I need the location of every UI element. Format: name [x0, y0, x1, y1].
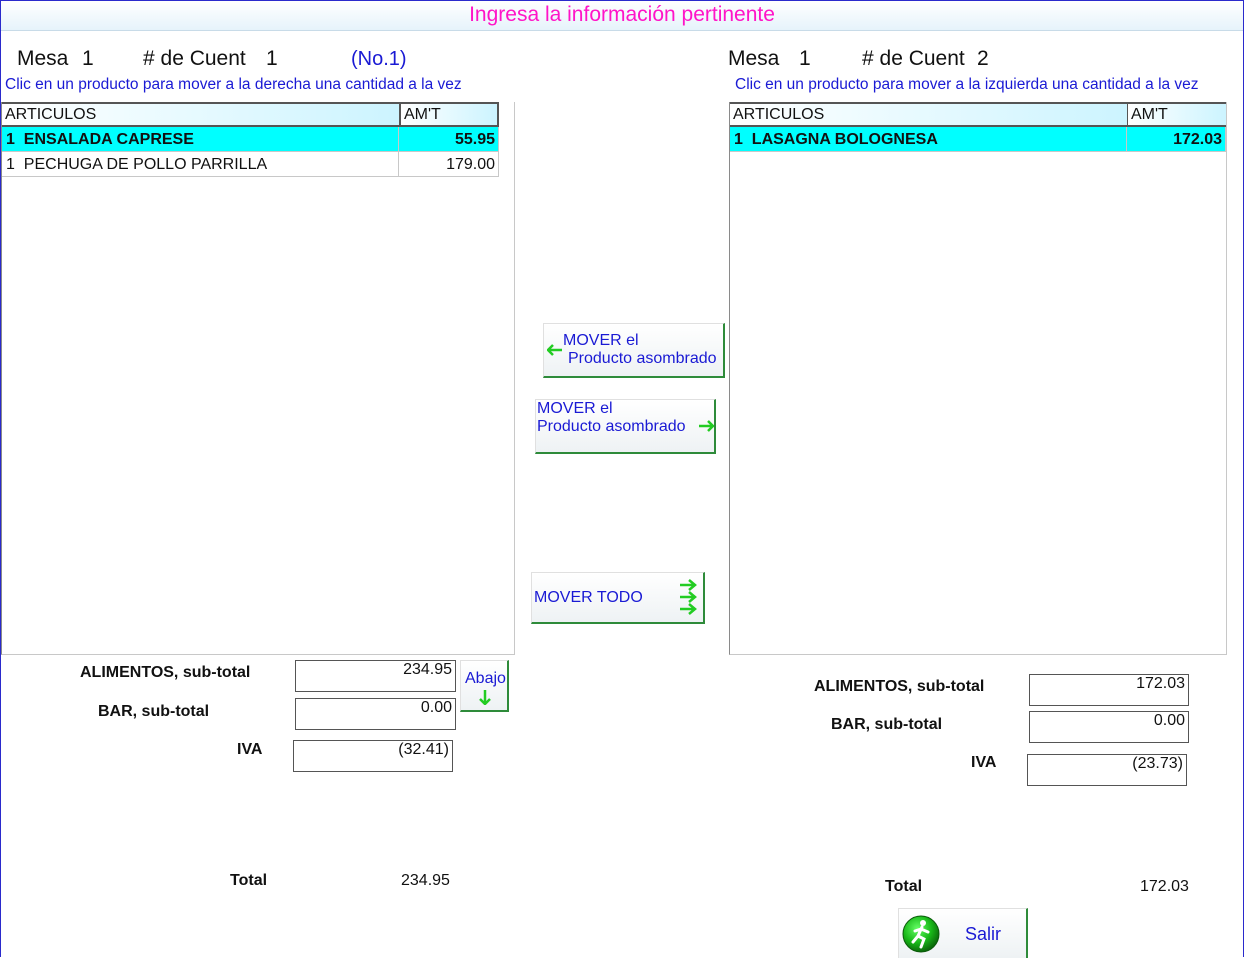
salir-label: Salir	[965, 924, 1002, 944]
row-amount: 172.03	[1127, 127, 1226, 152]
left-mesa-value: 1	[82, 47, 94, 70]
row-name: ENSALADA CAPRESE	[23, 131, 194, 148]
left-col-amount[interactable]: AM'T	[399, 102, 499, 127]
salir-button[interactable]: Salir	[898, 908, 1028, 958]
move-right-button[interactable]: MOVER el Producto asombrado	[535, 399, 716, 454]
right-total-value: 172.03	[1140, 878, 1189, 895]
move-all-label: MOVER TODO	[534, 589, 643, 606]
left-cuenta-label: # de Cuent	[143, 47, 246, 70]
move-right-line2: Producto asombrado	[537, 418, 686, 435]
right-total-label: Total	[885, 878, 923, 895]
left-mesa-label: Mesa	[17, 47, 69, 70]
right-alimentos-field[interactable]: 172.03	[1029, 674, 1189, 706]
left-iva-field[interactable]: (32.41)	[293, 740, 453, 772]
left-row[interactable]: 1 ENSALADA CAPRESE 55.95	[2, 127, 499, 152]
triple-arrow-right-icon	[679, 579, 697, 615]
row-name: LASAGNA BOLOGNESA	[751, 131, 938, 148]
right-bar-label: BAR, sub-total	[831, 716, 943, 733]
window-title: Ingresa la información pertinente	[1, 1, 1243, 31]
arrow-left-icon	[547, 344, 563, 356]
right-col-amount[interactable]: AM'T	[1127, 102, 1226, 127]
left-bar-field[interactable]: 0.00	[295, 698, 456, 730]
arrow-down-icon	[479, 689, 491, 705]
left-alimentos-label: ALIMENTOS, sub-total	[80, 664, 251, 681]
left-total-value: 234.95	[401, 872, 450, 889]
row-amount: 179.00	[399, 152, 499, 177]
right-mesa-label: Mesa	[728, 47, 780, 70]
left-alimentos-field[interactable]: 234.95	[295, 660, 456, 692]
arrow-right-icon	[698, 420, 714, 432]
row-qty: 1	[6, 156, 15, 173]
left-cuenta-value: 1	[266, 47, 278, 70]
right-row[interactable]: 1 LASAGNA BOLOGNESA 172.03	[730, 127, 1226, 152]
left-col-articulos[interactable]: ARTICULOS	[2, 102, 399, 127]
right-hint: Clic en un producto para mover a la izqu…	[735, 76, 1199, 93]
right-cuenta-label: # de Cuent	[862, 47, 965, 70]
row-qty: 1	[6, 131, 15, 148]
left-iva-label: IVA	[237, 741, 263, 758]
right-bar-field[interactable]: 0.00	[1029, 711, 1189, 743]
abajo-button[interactable]: Abajo	[460, 660, 509, 712]
right-iva-label: IVA	[971, 754, 997, 771]
left-row[interactable]: 1 PECHUGA DE POLLO PARRILLA 179.00	[2, 152, 499, 177]
left-cuenta-number: (No.1)	[351, 48, 407, 70]
left-items-grid[interactable]: ARTICULOS AM'T 1 ENSALADA CAPRESE 55.95 …	[1, 102, 515, 655]
right-cuenta-value: 2	[977, 47, 989, 70]
right-col-articulos[interactable]: ARTICULOS	[730, 102, 1127, 127]
left-total-label: Total	[230, 872, 268, 889]
right-items-grid[interactable]: ARTICULOS AM'T 1 LASAGNA BOLOGNESA 172.0…	[729, 102, 1227, 655]
right-iva-field[interactable]: (23.73)	[1027, 754, 1187, 786]
left-bar-label: BAR, sub-total	[98, 703, 210, 720]
runner-icon	[902, 915, 940, 953]
row-amount: 55.95	[399, 127, 499, 152]
right-alimentos-label: ALIMENTOS, sub-total	[814, 678, 985, 695]
move-all-button[interactable]: MOVER TODO	[531, 572, 705, 624]
move-right-line1: MOVER el	[537, 400, 613, 417]
right-mesa-value: 1	[799, 47, 811, 70]
left-hint: Clic en un producto para mover a la dere…	[5, 76, 462, 93]
move-left-line1: MOVER el	[563, 332, 639, 349]
move-left-button[interactable]: MOVER el Producto asombrado	[543, 323, 725, 378]
row-name: PECHUGA DE POLLO PARRILLA	[23, 156, 268, 173]
row-qty: 1	[734, 131, 743, 148]
move-left-line2: Producto asombrado	[568, 350, 717, 367]
abajo-label: Abajo	[465, 670, 506, 687]
